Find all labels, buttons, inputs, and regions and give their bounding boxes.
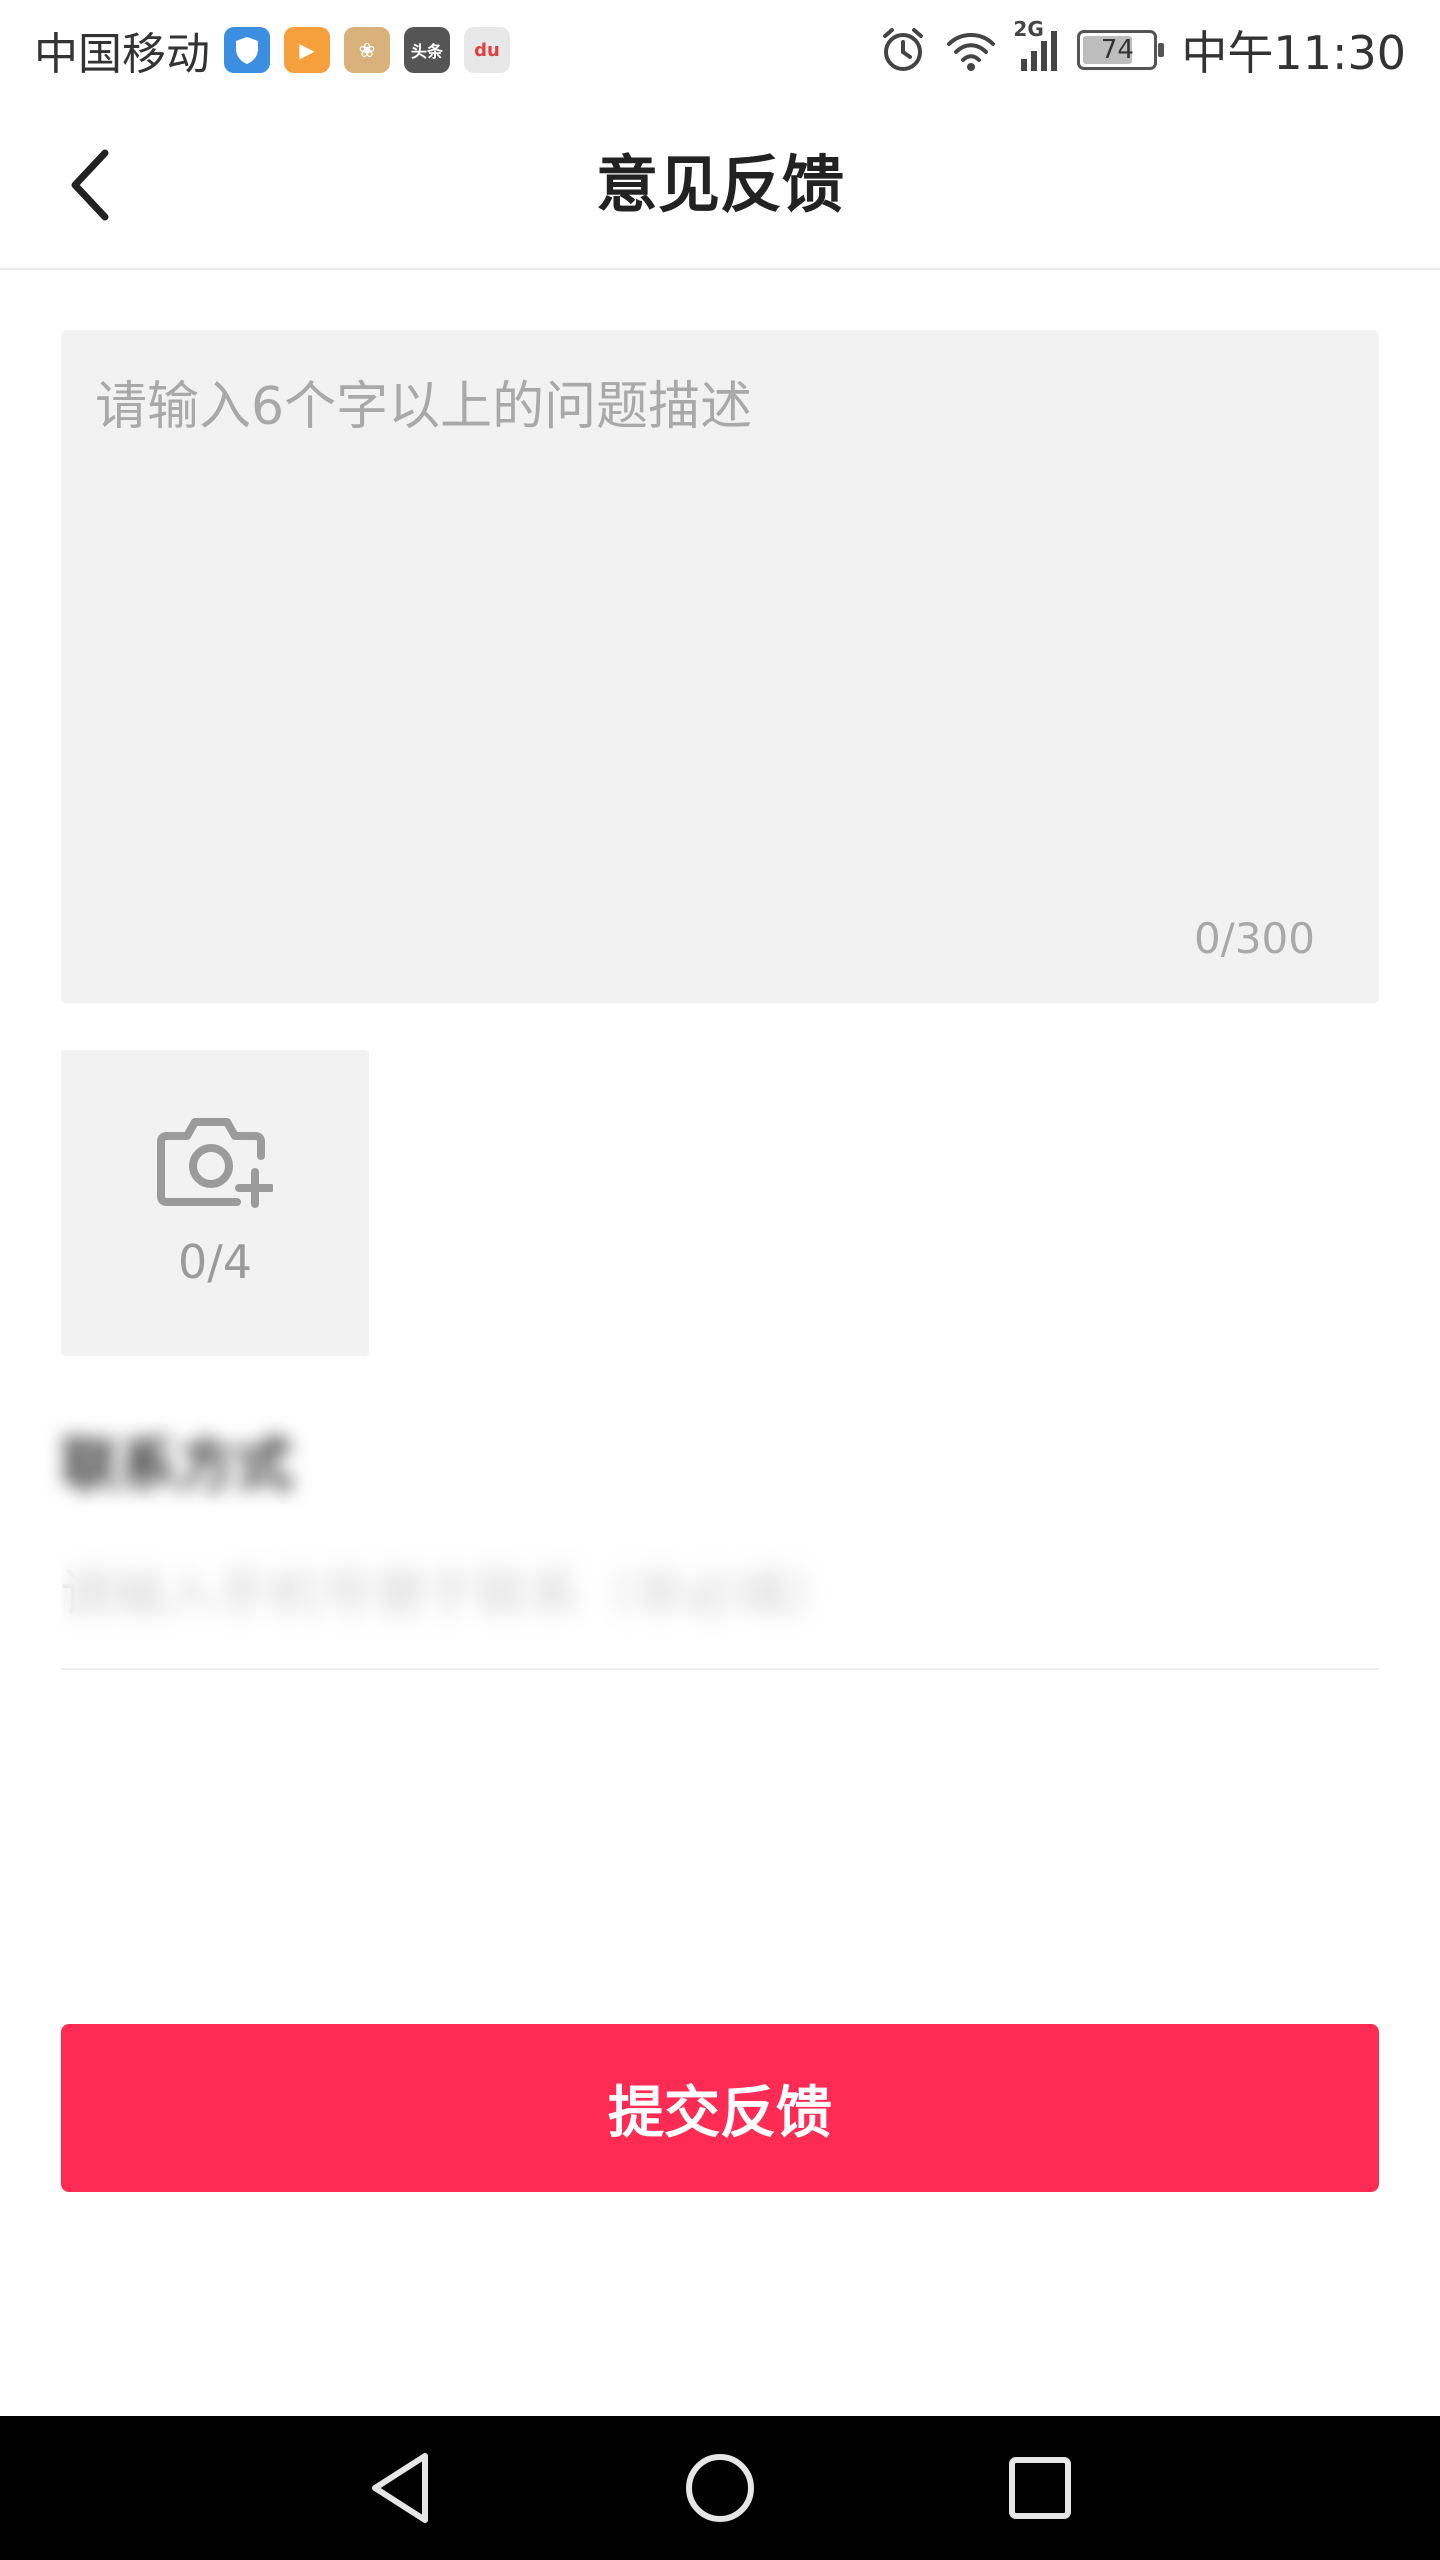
paw-app-icon: ❀ xyxy=(344,27,390,73)
description-input[interactable] xyxy=(95,364,1345,884)
system-nav-bar xyxy=(0,2416,1440,2560)
camera-plus-icon xyxy=(157,1118,273,1208)
description-char-count: 0/300 xyxy=(1193,914,1315,963)
back-button[interactable] xyxy=(50,145,130,225)
nav-recents-button[interactable] xyxy=(980,2428,1100,2548)
contact-label: 联系方式 xyxy=(61,1431,294,1499)
chevron-left-icon xyxy=(71,149,109,221)
signal-group: 2G xyxy=(1013,17,1059,73)
circle-home-icon xyxy=(686,2454,754,2522)
status-bar: 中国移动 ▶ ❀ 头条 du 2G 74 中午11:30 xyxy=(0,0,1440,100)
app-header: 意见反馈 xyxy=(0,100,1440,270)
contact-field xyxy=(61,1540,1379,1670)
square-recents-icon xyxy=(1009,2457,1071,2519)
description-box: 0/300 xyxy=(61,330,1379,1003)
nav-home-button[interactable] xyxy=(660,2428,780,2548)
page-title: 意见反馈 xyxy=(595,148,844,221)
triangle-back-icon xyxy=(372,2453,428,2523)
clock: 中午11:30 xyxy=(1181,26,1406,80)
privacy-blur-overlay xyxy=(61,1540,921,1668)
submit-feedback-button[interactable]: 提交反馈 xyxy=(61,2024,1379,2192)
alarm-icon xyxy=(883,28,924,71)
status-left: 中国移动 ▶ ❀ 头条 du xyxy=(34,18,524,82)
battery-level: 74 xyxy=(1100,35,1134,65)
video-app-icon: ▶ xyxy=(284,27,330,73)
image-count: 0/4 xyxy=(177,1235,253,1289)
feedback-screen: 中国移动 ▶ ❀ 头条 du 2G 74 中午11:30 意见反馈 请输入6个字… xyxy=(0,0,1440,2560)
network-type: 2G xyxy=(1013,17,1044,41)
map-app-icon: du xyxy=(464,27,510,73)
battery-icon: 74 xyxy=(1077,30,1165,70)
status-right: 2G 74 中午11:30 xyxy=(861,17,1406,83)
add-image-button[interactable]: 0/4 xyxy=(61,1050,369,1356)
wifi-icon xyxy=(947,33,996,71)
nav-back-button[interactable] xyxy=(340,2428,460,2548)
carrier-name: 中国移动 xyxy=(34,29,210,80)
shield-app-icon xyxy=(224,27,270,73)
toutiao-app-icon: 头条 xyxy=(404,27,450,73)
